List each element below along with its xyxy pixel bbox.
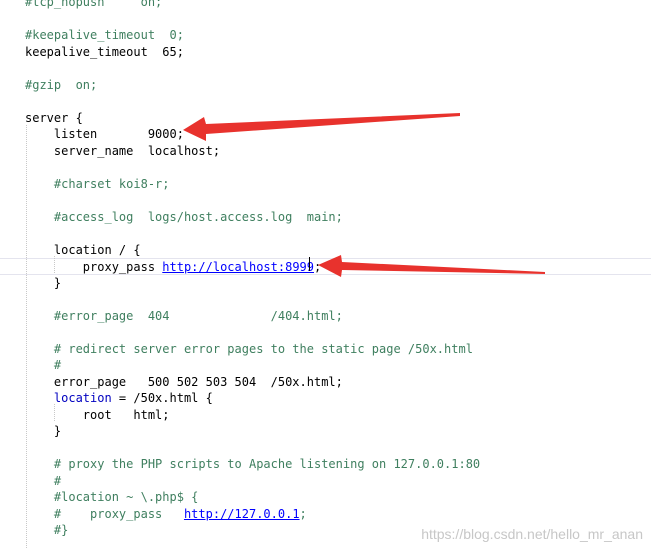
annotation-arrows [183,113,545,277]
red-arrow-icon [183,113,460,141]
red-arrow-icon [318,255,545,277]
